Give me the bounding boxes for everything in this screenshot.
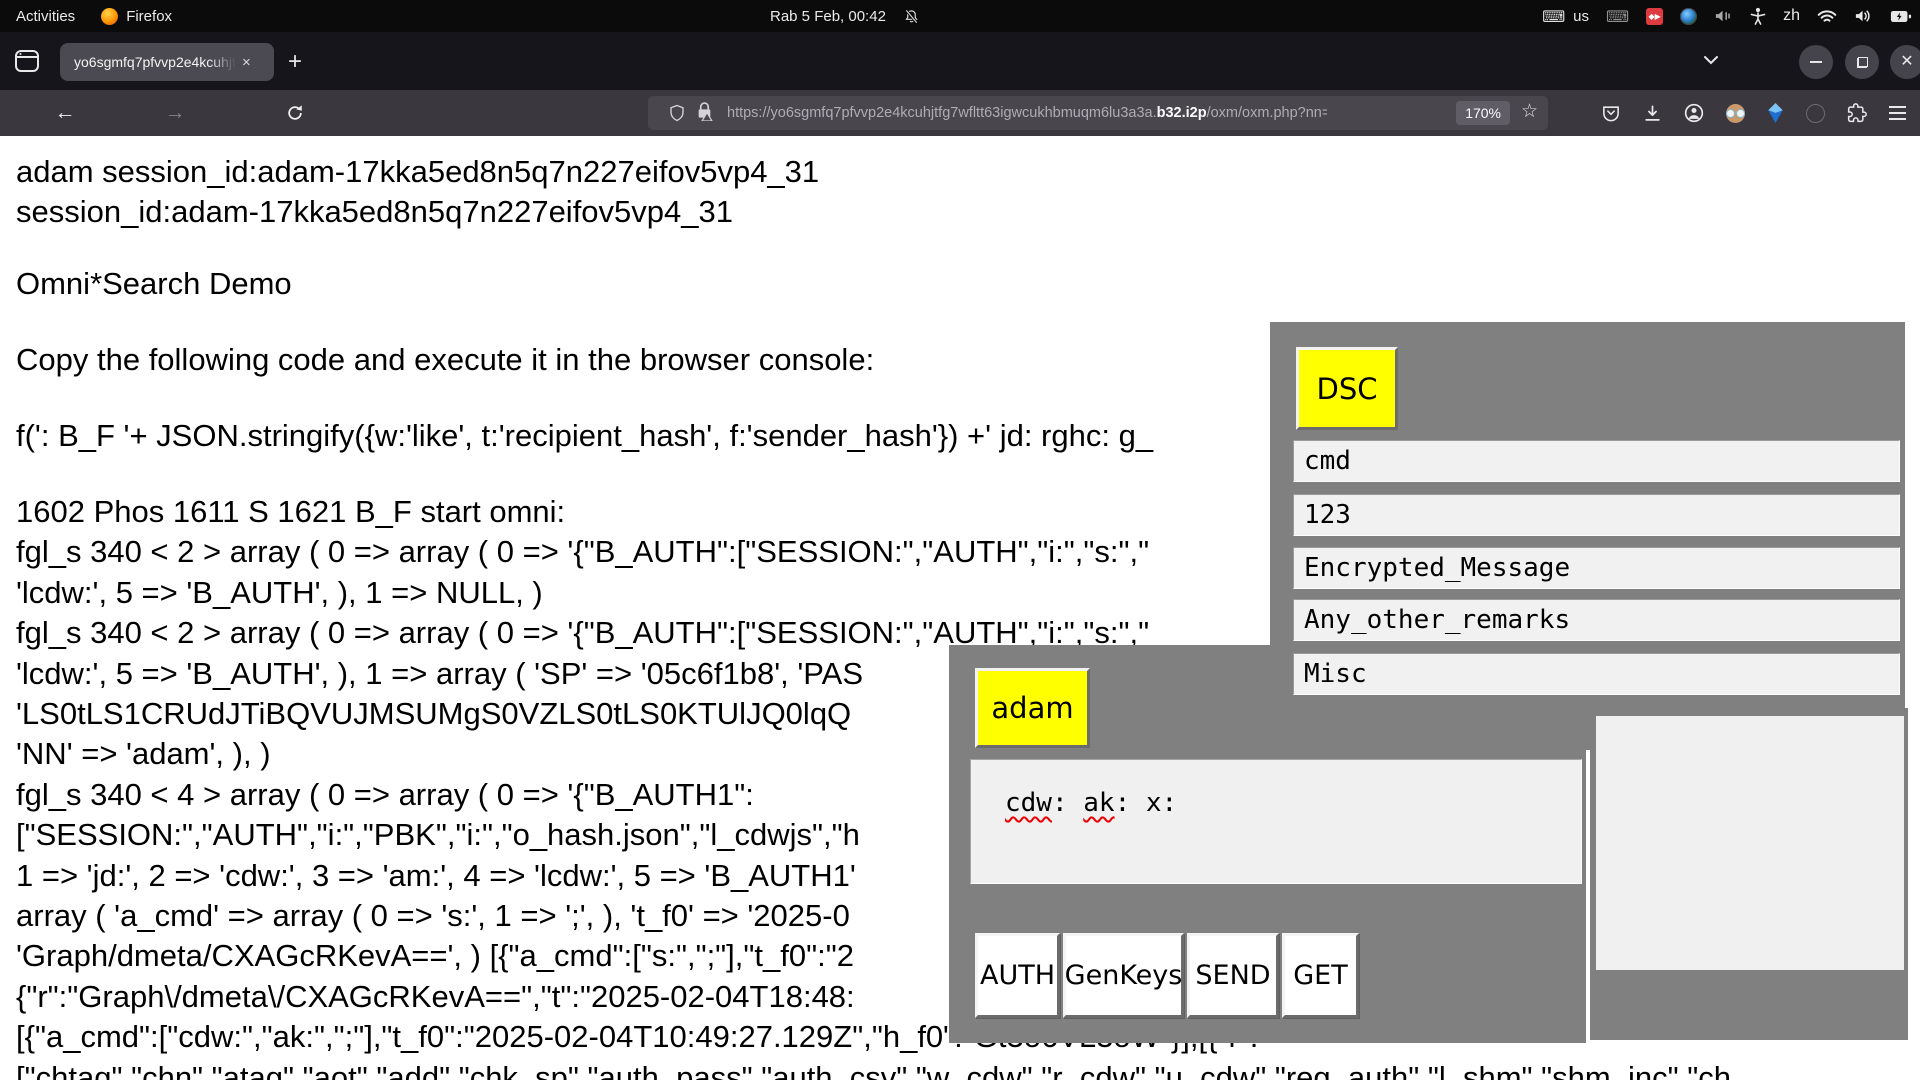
bookmark-star-icon[interactable]: ☆ — [1521, 100, 1538, 122]
ime-keyboard-icon: ⌨ — [1606, 7, 1629, 26]
notifications-muted-icon — [904, 9, 919, 24]
menu-hamburger-icon[interactable] — [1889, 106, 1906, 120]
page-text-line: ["chtag","chn","atag","aot","add","chk_s… — [16, 1058, 1731, 1080]
wifi-icon — [1817, 9, 1837, 24]
url-bar[interactable]: https://yo6sgmfq7pfvvp2e4kcuhjtfg7wfltt6… — [648, 96, 1548, 130]
volume-icon — [1854, 8, 1873, 24]
forward-button[interactable]: → — [160, 98, 190, 128]
window-minimize-button[interactable] — [1799, 45, 1833, 79]
pocket-icon[interactable] — [1601, 104, 1621, 123]
dsc-field-remarks[interactable]: Any_other_remarks — [1293, 599, 1900, 641]
lock-warning-icon[interactable] — [696, 101, 713, 126]
firefox-logo-icon — [101, 8, 118, 25]
textarea-word: x: — [1146, 788, 1177, 818]
battery-icon — [1890, 9, 1912, 24]
textarea-colon: : — [1115, 788, 1131, 818]
account-icon[interactable] — [1684, 103, 1704, 123]
browser-tab[interactable]: yo6sgmfq7pfvvp2e4kcuhjtfg × — [60, 43, 274, 81]
genkeys-button[interactable]: GenKeys — [1063, 933, 1184, 1018]
ime-language-label: zh — [1783, 7, 1800, 25]
firefox-view-icon[interactable] — [14, 49, 40, 73]
dsc-field-misc[interactable]: Misc — [1293, 653, 1900, 695]
extensions-puzzle-icon[interactable] — [1847, 103, 1867, 123]
instruction-line: Copy the following code and execute it i… — [16, 340, 874, 380]
ime-mode-icon: ◆▶ — [1646, 8, 1663, 25]
url-path: /oxm/oxm.php?nn=adam — [1207, 105, 1327, 121]
dsc-field-message[interactable]: Encrypted_Message — [1293, 547, 1900, 589]
window-close-button[interactable]: ✕ — [1890, 45, 1920, 79]
dsc-field-123[interactable]: 123 — [1293, 494, 1900, 536]
gnome-top-bar: Activities Firefox Rab 5 Feb, 00:42 ⌨ us… — [0, 0, 1920, 32]
tab-title: yo6sgmfq7pfvvp2e4kcuhjtfg — [74, 54, 236, 70]
downloads-icon[interactable] — [1643, 104, 1662, 123]
firefox-nav-toolbar: ← → https://yo6sgmfq7pfvvp2e4kcuhjtfg7wf… — [0, 90, 1920, 136]
output-box[interactable] — [1596, 716, 1904, 970]
send-button[interactable]: SEND — [1187, 933, 1279, 1018]
dsc-button[interactable]: DSC — [1296, 347, 1398, 430]
textarea-word: cdw — [1005, 788, 1052, 818]
url-prefix: https://yo6sgmfq7pfvvp2e4kcuhjtfg7wfltt6… — [727, 105, 1157, 121]
session-id-paragraph: adam session_id:adam-17kka5ed8n5q7n227ei… — [16, 152, 819, 233]
url-text[interactable]: https://yo6sgmfq7pfvvp2e4kcuhjtfg7wfltt6… — [727, 105, 1327, 121]
dsc-field-cmd[interactable]: cmd — [1293, 440, 1900, 482]
keyboard-layout-label: us — [1573, 8, 1589, 25]
extension-dim-icon[interactable] — [1806, 104, 1825, 123]
back-button[interactable]: ← — [50, 98, 80, 128]
globe-indicator-icon — [1680, 8, 1697, 25]
activities-button[interactable]: Activities — [16, 0, 75, 32]
clock-label: Rab 5 Feb, 00:42 — [770, 8, 886, 25]
firefox-tab-bar: yo6sgmfq7pfvvp2e4kcuhjtfg × + ✕ — [0, 32, 1920, 90]
new-tab-button[interactable]: + — [288, 49, 302, 75]
empty-output-panel — [1590, 708, 1908, 1040]
extension-face-icon[interactable] — [1726, 104, 1745, 123]
accessibility-icon — [1750, 7, 1766, 25]
adam-button[interactable]: adam — [975, 668, 1090, 748]
keyboard-layout-icon: ⌨ — [1542, 7, 1565, 26]
command-textarea[interactable]: cdw: ak: x: — [970, 759, 1582, 884]
tab-close-icon[interactable]: × — [242, 54, 251, 71]
list-all-tabs-chevron-icon[interactable] — [1702, 54, 1720, 66]
reload-button[interactable] — [280, 98, 310, 128]
dsc-panel: DSC cmd 123 Encrypted_Message Any_other_… — [1270, 322, 1905, 750]
web-page-content: adam session_id:adam-17kka5ed8n5q7n227ei… — [0, 136, 1920, 1080]
zoom-level-badge[interactable]: 170% — [1456, 101, 1510, 125]
get-button[interactable]: GET — [1282, 933, 1359, 1018]
page-title: Omni*Search Demo — [16, 264, 292, 304]
page-text-line: adam session_id:adam-17kka5ed8n5q7n227ei… — [16, 152, 819, 192]
app-name-label: Firefox — [126, 8, 172, 25]
media-levels-icon — [1714, 8, 1733, 24]
system-tray[interactable]: ⌨ us ⌨ ◆▶ zh — [1542, 0, 1912, 32]
tracking-shield-icon[interactable] — [668, 103, 686, 123]
code-snippet-line: f(': B_F '+ JSON.stringify({w:'like', t:… — [16, 416, 1153, 456]
clock-menu[interactable]: Rab 5 Feb, 00:42 — [770, 0, 919, 32]
window-restore-button[interactable] — [1845, 45, 1879, 79]
focused-app-menu[interactable]: Firefox — [101, 0, 172, 32]
page-text-line: session_id:adam-17kka5ed8n5q7n227eifov5v… — [16, 192, 819, 232]
textarea-colon: : — [1052, 788, 1068, 818]
url-domain: b32.i2p — [1157, 105, 1207, 121]
auth-button[interactable]: AUTH — [975, 933, 1060, 1018]
extension-diamond-icon[interactable] — [1767, 103, 1784, 123]
textarea-word: ak — [1083, 788, 1114, 818]
